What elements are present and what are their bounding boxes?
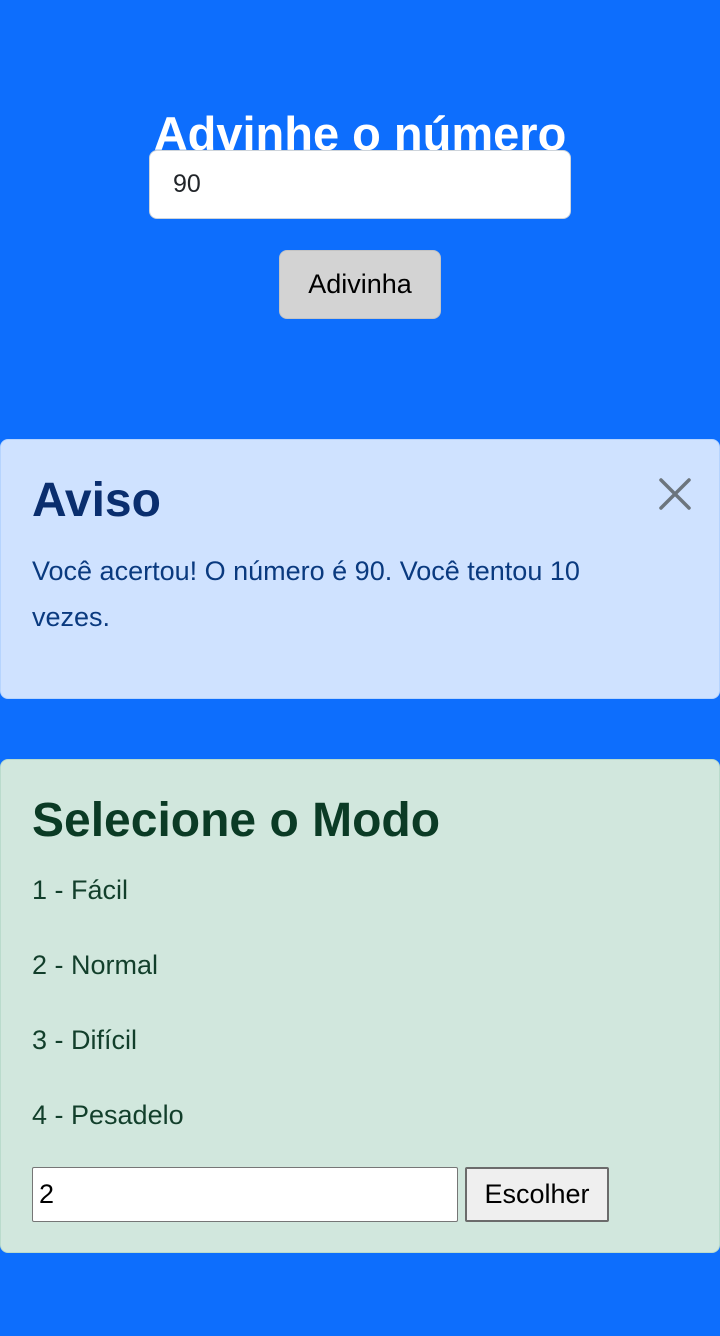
mode-selection-box: Selecione o Modo 1 - Fácil 2 - Normal 3 …	[0, 759, 720, 1253]
alert-message: Você acertou! O número é 90. Você tentou…	[32, 556, 580, 632]
guess-input[interactable]	[149, 150, 571, 219]
guess-button[interactable]: Adivinha	[279, 250, 441, 319]
choose-mode-button[interactable]: Escolher	[465, 1167, 609, 1222]
mode-option-easy: 1 - Fácil	[32, 875, 129, 905]
mode-title: Selecione o Modo	[32, 794, 441, 847]
close-icon[interactable]	[653, 472, 697, 516]
mode-input[interactable]	[32, 1167, 458, 1222]
mode-option-normal: 2 - Normal	[32, 950, 159, 980]
alert-title: Aviso	[32, 474, 161, 527]
mode-option-nightmare: 4 - Pesadelo	[32, 1100, 184, 1130]
alert-box: Aviso Você acertou! O número é 90. Você …	[0, 439, 720, 699]
mode-option-hard: 3 - Difícil	[32, 1025, 138, 1055]
